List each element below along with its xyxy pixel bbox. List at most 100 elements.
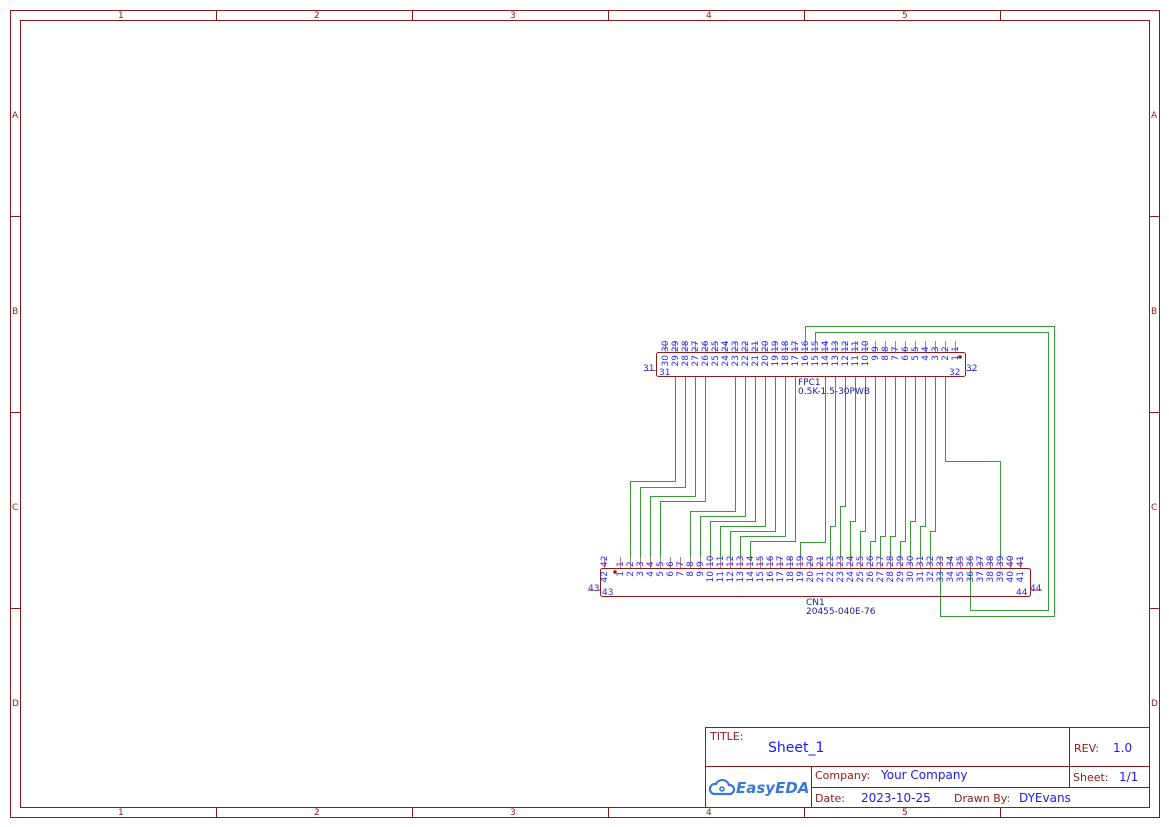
cn1-pin-label-23: 23	[836, 556, 846, 567]
cn1-pin-label-11: 11	[716, 556, 726, 567]
wire-fpc1-19-to-cn1-12[interactable]	[730, 376, 776, 557]
column-label-2-bottom: 2	[314, 808, 320, 818]
wire-fpc1-26-to-cn1-5[interactable]	[660, 376, 706, 557]
cn1-pin-label-15: 15	[756, 556, 766, 567]
cn1-pin-inner-label-10: 10	[706, 571, 716, 583]
wire-fpc1-2-to-cn1-39[interactable]	[945, 376, 1001, 557]
wire-fpc1-21-to-cn1-10[interactable]	[710, 376, 756, 557]
fpc1-pin-inner-label-26: 26	[701, 355, 711, 367]
fpc1-pin-inner-label-20: 20	[761, 355, 771, 367]
row-label-B-right: B	[1151, 307, 1157, 317]
fpc1-connector[interactable]: 1122334455667788991010111112121313141415…	[643, 340, 977, 397]
cn1-pin-44-outer: 44	[1030, 584, 1042, 594]
fpc1-pin-label-10: 10	[861, 340, 871, 352]
wire-fpc1-5-to-cn1-30[interactable]	[910, 376, 916, 557]
fpc1-pin-inner-label-17: 17	[791, 355, 801, 366]
wire-fpc1-12-to-cn1-23[interactable]	[840, 376, 846, 557]
fpc1-pin-inner-label-25: 25	[711, 355, 721, 366]
wire-fpc1-17-to-cn1-14[interactable]	[750, 376, 796, 557]
cn1-pin-label-25: 25	[856, 556, 866, 567]
wire-fpc1-14-to-cn1-19[interactable]	[800, 376, 826, 557]
wire-fpc1-8-to-cn1-27[interactable]	[880, 376, 886, 557]
column-label-2: 2	[314, 11, 320, 21]
cn1-pin-label-2: 2	[626, 561, 636, 567]
fpc1-pin-label-3: 3	[931, 346, 941, 352]
cn1-pin-label-4: 4	[646, 561, 656, 567]
cn1-pin-inner-label-25: 25	[856, 571, 866, 582]
wire-fpc1-7-to-cn1-28[interactable]	[890, 376, 896, 557]
fpc1-pin-label-26: 26	[701, 340, 711, 352]
title-block: TITLE: Sheet_1 REV: 1.0 Company: Your Co…	[705, 727, 1150, 808]
wire-fpc1-11-to-cn1-24[interactable]	[850, 376, 856, 557]
fpc1-pin-inner-label-28: 28	[681, 355, 691, 367]
cn1-pin-label-24: 24	[846, 555, 856, 567]
cn1-pin-inner-label-37: 37	[976, 571, 986, 582]
cn1-pin-inner-label-12: 12	[726, 571, 736, 582]
cn1-pin-inner-label-29: 29	[896, 571, 906, 583]
wire-fpc1-18-to-cn1-13[interactable]	[740, 376, 786, 557]
cn1-pin-inner-label-6: 6	[666, 571, 676, 577]
cn1-pin-label-18: 18	[786, 555, 796, 567]
fpc1-pin-label-28: 28	[681, 340, 691, 352]
fpc1-pin-label-2: 2	[941, 346, 951, 352]
cn1-pin-inner-label-13: 13	[736, 571, 746, 582]
wire-fpc1-6-to-cn1-29[interactable]	[900, 376, 906, 557]
cn1-pin-inner-label-33: 33	[936, 571, 946, 582]
cn1-pin-label-27: 27	[876, 556, 886, 567]
row-label-A: A	[12, 111, 19, 121]
cn1-pin-inner-label-26: 26	[866, 571, 876, 583]
wire-fpc1-3-to-cn1-32[interactable]	[930, 376, 936, 557]
fpc1-pin-inner-label-29: 29	[671, 355, 681, 367]
column-label-1: 1	[118, 11, 124, 21]
cn1-pin-label-38: 38	[986, 555, 996, 567]
fpc1-pin-label-23: 23	[731, 341, 741, 352]
wire-fpc1-4-to-cn1-31[interactable]	[920, 376, 926, 557]
cn1-pin-label-13: 13	[736, 556, 746, 567]
fpc1-pin-inner-label-15: 15	[811, 355, 821, 366]
cn1-pin-label-34: 34	[946, 555, 956, 567]
cn1-pin-inner-label-41: 41	[1016, 571, 1026, 582]
cn1-pin-inner-label-1: 1	[616, 571, 626, 577]
drawn-by-value: DYEvans	[1019, 791, 1071, 805]
row-label-C: C	[12, 503, 18, 513]
fpc1-pin-inner-label-30: 30	[661, 355, 671, 367]
cn1-pin-inner-label-17: 17	[776, 571, 786, 582]
cn1-pin-label-37: 37	[976, 556, 986, 567]
fpc1-pin-label-19: 19	[771, 340, 781, 352]
wire-fpc1-10-to-cn1-25[interactable]	[860, 376, 866, 557]
cn1-pin-inner-label-2: 2	[626, 571, 636, 577]
fpc1-pin-label-1: 1	[951, 346, 961, 352]
cn1-pin-inner-label-27: 27	[876, 571, 886, 582]
cn1-pin-label-7: 7	[676, 561, 686, 567]
wire-fpc1-13-to-cn1-22[interactable]	[830, 376, 836, 557]
row-label-D-right: D	[1151, 699, 1158, 709]
fpc1-pin-label-20: 20	[761, 340, 771, 352]
fpc1-pin-inner-label-16: 16	[801, 355, 811, 367]
fpc1-pin-inner-label-1: 1	[951, 355, 961, 361]
wire-fpc1-23-to-cn1-8[interactable]	[690, 376, 736, 557]
wire-fpc1-27-to-cn1-4[interactable]	[650, 376, 696, 557]
cn1-pin-label-16: 16	[766, 555, 776, 567]
cn1-pin-44-inner: 44	[1016, 588, 1028, 598]
sheet-value: 1/1	[1119, 770, 1138, 784]
cn1-pin-label-14: 14	[746, 555, 756, 567]
wire-fpc1-28-to-cn1-3[interactable]	[640, 376, 686, 557]
fpc1-pin-inner-label-23: 23	[731, 355, 741, 366]
cn1-pin-inner-label-16: 16	[766, 571, 776, 583]
cn1-pin-label-40: 40	[1006, 555, 1016, 567]
fpc1-pin-inner-label-14: 14	[821, 355, 831, 367]
fpc1-pin-inner-label-24: 24	[721, 355, 731, 367]
fpc1-pin-label-13: 13	[831, 341, 841, 352]
wire-fpc1-22-to-cn1-9[interactable]	[700, 376, 746, 557]
easyeda-logo: EasyEDA	[708, 778, 809, 797]
fpc1-pin-inner-label-19: 19	[771, 355, 781, 367]
cn1-pin-inner-label-28: 28	[886, 571, 896, 583]
schematic-sheet: 1122334455A AB BC CD D 112233445566778899101…	[10, 10, 1160, 818]
wire-fpc1-9-to-cn1-26[interactable]	[870, 376, 876, 557]
cn1-connector[interactable]: 1122334455667788991010111112121313141415…	[588, 555, 1042, 617]
wire-fpc1-20-to-cn1-11[interactable]	[720, 376, 766, 557]
row-label-C-right: C	[1151, 503, 1157, 513]
cn1-pin-inner-label-21: 21	[816, 571, 826, 582]
fpc1-pin-label-21: 21	[751, 341, 761, 352]
wire-fpc1-29-to-cn1-2[interactable]	[630, 376, 676, 557]
